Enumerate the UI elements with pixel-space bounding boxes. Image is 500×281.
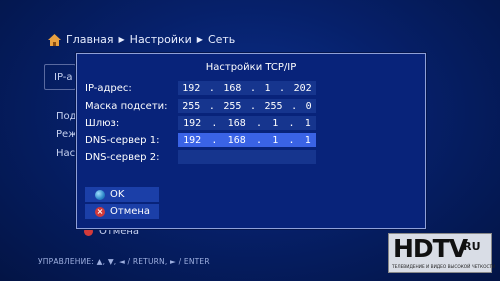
cancel-button[interactable]: × Отмена <box>85 204 159 219</box>
dot: . <box>291 100 298 112</box>
octet: 168 <box>227 134 246 146</box>
dot: . <box>249 82 256 94</box>
subnet-mask-row: Маска подсети: 255. 255. 255. 0 <box>85 99 316 113</box>
tcpip-settings-dialog: Настройки TCP/IP IP-адрес: 192. 168. 1. … <box>76 53 426 229</box>
dns1-label: DNS-сервер 1: <box>85 134 160 146</box>
subnet-mask-field[interactable]: 255. 255. 255. 0 <box>178 99 316 113</box>
gateway-field[interactable]: 192. 168. 1. 1 <box>178 116 316 130</box>
background-menu-item[interactable]: Реж <box>56 129 77 140</box>
octet: 255 <box>264 100 283 112</box>
octet: 1 <box>272 117 279 129</box>
dot: . <box>288 117 295 129</box>
chevron-right-icon: ▶ <box>196 35 203 44</box>
breadcrumb-settings[interactable]: Настройки <box>130 33 192 46</box>
logo-tagline: ТЕЛЕВИДЕНИЕ И ВИДЕО ВЫСОКОЙ ЧЕТКОСТИ <box>392 265 496 270</box>
cancel-label: Отмена <box>110 206 151 217</box>
home-icon <box>48 33 61 46</box>
chevron-right-icon: ▶ <box>118 35 125 44</box>
dns2-field[interactable] <box>178 150 316 164</box>
ok-label: OK <box>110 189 125 200</box>
octet: 0 <box>305 100 312 112</box>
ok-button[interactable]: OK <box>85 187 159 202</box>
ip-address-label: IP-адрес: <box>85 82 132 94</box>
gateway-label: Шлюз: <box>85 117 120 129</box>
octet: 1 <box>272 134 279 146</box>
breadcrumb-network: Сеть <box>207 33 236 46</box>
background-menu-item[interactable]: Под <box>56 111 77 122</box>
dot: . <box>208 100 215 112</box>
control-hint: УПРАВЛЕНИЕ: ▲, ▼, ◄ / RETURN, ► / ENTER <box>38 257 210 266</box>
dialog-title: Настройки TCP/IP <box>205 62 297 73</box>
dns2-row: DNS-сервер 2: <box>85 150 316 164</box>
dot: . <box>249 100 256 112</box>
octet: 1 <box>264 82 271 94</box>
dot: . <box>255 134 262 146</box>
dns1-field[interactable]: 192. 168. 1. 1 <box>178 133 316 147</box>
octet: 255 <box>223 100 242 112</box>
octet: 1 <box>304 134 311 146</box>
octet: 202 <box>293 82 312 94</box>
logo-main-text: HDTV <box>393 234 468 263</box>
subnet-mask-label: Маска подсети: <box>85 100 168 112</box>
dot: . <box>279 82 286 94</box>
dot: . <box>208 82 215 94</box>
gateway-row: Шлюз: 192. 168. 1. 1 <box>85 116 316 130</box>
dns1-row: DNS-сервер 1: 192. 168. 1. 1 <box>85 133 316 147</box>
dot: . <box>211 117 218 129</box>
background-ip-label: IP-а <box>54 72 73 83</box>
dot: . <box>211 134 218 146</box>
breadcrumb-home[interactable]: Главная <box>66 33 114 46</box>
octet: 192 <box>182 82 201 94</box>
octet: 255 <box>182 100 201 112</box>
octet: 1 <box>304 117 311 129</box>
breadcrumb: Главная ▶ Настройки ▶ Сеть <box>48 33 235 46</box>
octet: 168 <box>227 117 246 129</box>
octet: 192 <box>183 134 202 146</box>
octet: 192 <box>183 117 202 129</box>
ip-address-field[interactable]: 192. 168. 1. 202 <box>178 81 316 95</box>
dot: . <box>288 134 295 146</box>
hdtv-logo: HDTV .RU ТЕЛЕВИДЕНИЕ И ВИДЕО ВЫСОКОЙ ЧЕТ… <box>388 233 496 273</box>
octet: 168 <box>223 82 242 94</box>
ip-address-row: IP-адрес: 192. 168. 1. 202 <box>85 81 316 95</box>
dns2-label: DNS-сервер 2: <box>85 151 160 163</box>
close-icon: × <box>95 206 105 217</box>
logo-ru-text: .RU <box>459 240 481 253</box>
globe-icon <box>95 189 105 200</box>
dot: . <box>255 117 262 129</box>
